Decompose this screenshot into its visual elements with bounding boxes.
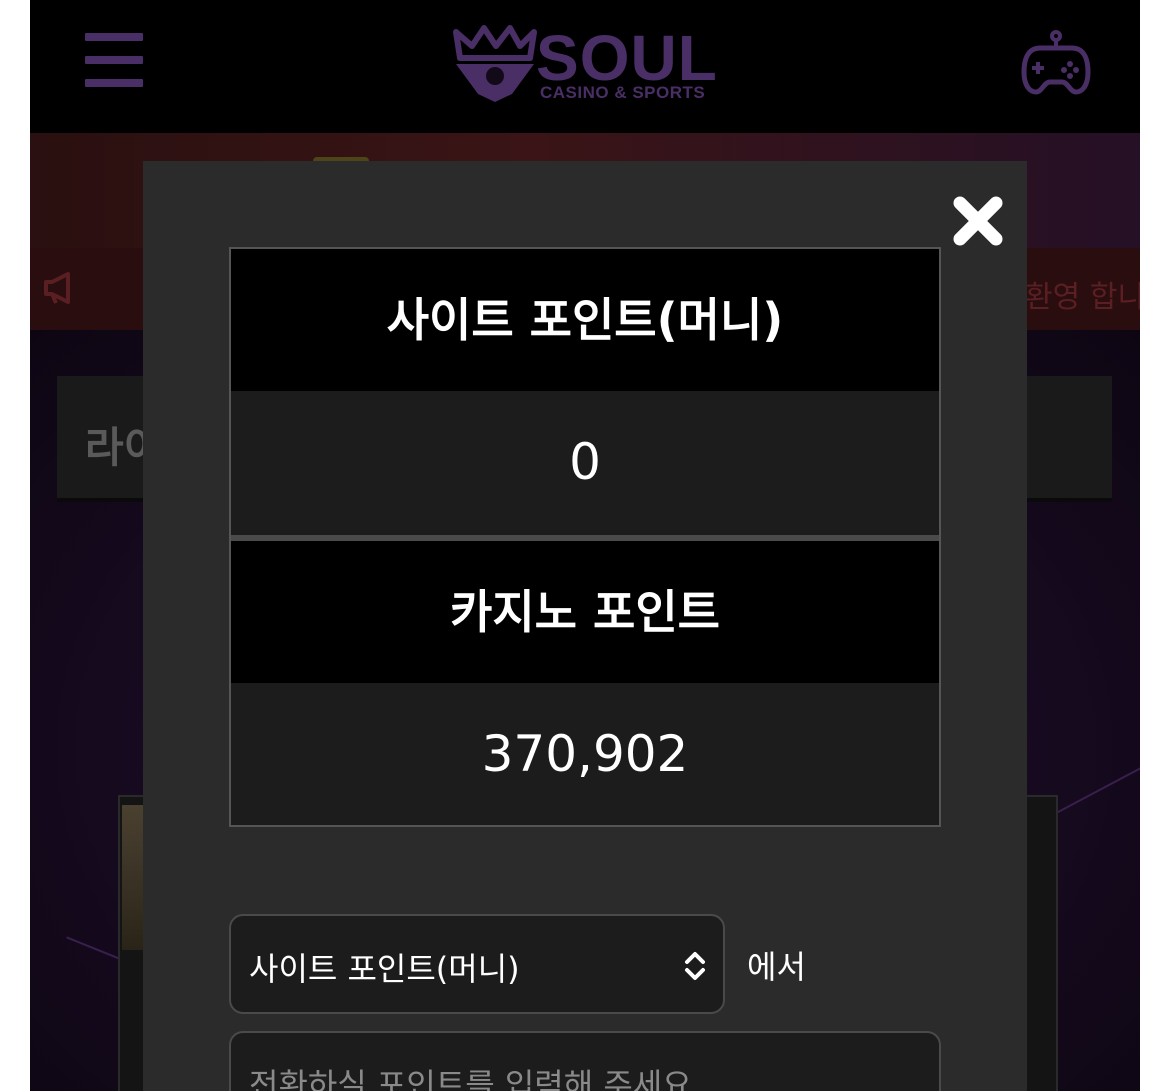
from-label: 에서 xyxy=(747,948,806,986)
site-point-value: 0 xyxy=(231,391,939,533)
select-value: 사이트 포인트(머니) xyxy=(249,950,520,988)
top-header: SOUL CASINO & SPORTS xyxy=(30,0,1140,133)
amount-field[interactable] xyxy=(229,1031,941,1091)
site-point-header: 사이트 포인트(머니) xyxy=(231,249,939,391)
close-icon[interactable] xyxy=(948,191,1008,251)
app-screen: SOUL CASINO & SPORTS 환영 합니 라이 사이트 포인트(머니… xyxy=(30,0,1140,1091)
casino-point-header: 카지노 포인트 xyxy=(231,541,939,683)
gamepad-icon[interactable] xyxy=(1020,26,1092,98)
notice-text: 환영 합니 xyxy=(1025,280,1140,315)
logo-subtitle: CASINO & SPORTS xyxy=(540,83,706,102)
casino-point-value: 370,902 xyxy=(231,683,939,825)
logo-title: SOUL xyxy=(536,22,718,94)
select-arrows-icon xyxy=(685,952,705,980)
megaphone-icon xyxy=(44,272,70,304)
point-exchange-modal: 사이트 포인트(머니) 0 카지노 포인트 370,902 사이트 포인트(머니… xyxy=(143,161,1027,1091)
crown-logo-icon xyxy=(453,25,537,102)
points-table: 사이트 포인트(머니) 0 카지노 포인트 370,902 xyxy=(229,247,941,827)
site-logo[interactable]: SOUL CASINO & SPORTS xyxy=(450,20,730,110)
point-source-select[interactable]: 사이트 포인트(머니) xyxy=(229,914,725,1014)
amount-input[interactable] xyxy=(247,1059,921,1091)
menu-icon[interactable] xyxy=(85,33,143,87)
